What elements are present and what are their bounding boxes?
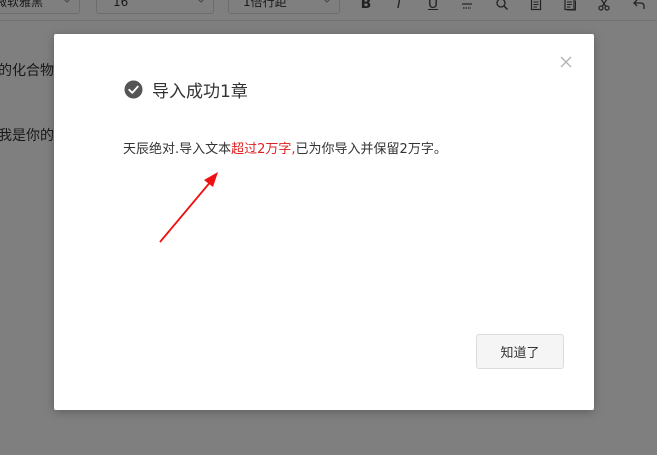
message-highlight: 超过2万字, — [231, 142, 296, 157]
message-prefix: 天辰绝对.导入文本 — [123, 142, 232, 157]
check-circle-icon — [124, 80, 143, 99]
annotation-arrow — [159, 172, 218, 243]
import-result-dialog: 导入成功1章 天辰绝对.导入文本超过2万字,已为你导入并保留2万字。 知道了 — [54, 34, 594, 410]
close-icon — [560, 56, 572, 68]
dialog-title: 导入成功1章 — [152, 81, 248, 102]
dialog-header: 导入成功1章 — [124, 77, 248, 102]
message-suffix: 已为你导入并保留2万字。 — [295, 142, 447, 157]
dialog-message: 天辰绝对.导入文本超过2万字,已为你导入并保留2万字。 — [123, 138, 447, 157]
confirm-button[interactable]: 知道了 — [476, 334, 564, 369]
close-button[interactable] — [558, 54, 574, 70]
